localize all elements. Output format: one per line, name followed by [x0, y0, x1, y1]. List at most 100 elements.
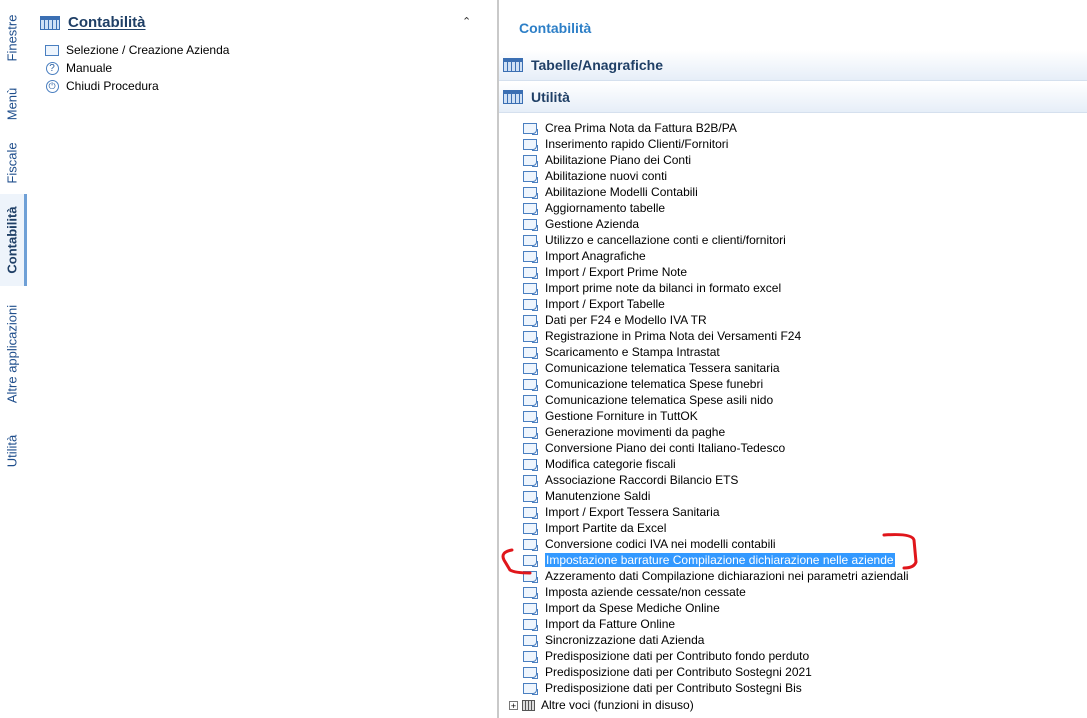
- doc-icon: [523, 410, 538, 423]
- doc-icon: [523, 650, 538, 663]
- menu-item[interactable]: Comunicazione telematica Tessera sanitar…: [523, 360, 780, 376]
- table-icon: [503, 90, 523, 104]
- menu-item-label: Comunicazione telematica Tessera sanitar…: [545, 361, 780, 375]
- doc-icon: [523, 122, 538, 135]
- menu-item[interactable]: Aggiornamento tabelle: [523, 200, 665, 216]
- tab-finestre[interactable]: Finestre: [0, 0, 24, 76]
- menu-item[interactable]: Associazione Raccordi Bilancio ETS: [523, 472, 738, 488]
- doc-icon: [523, 282, 538, 295]
- section-utilita[interactable]: Utilità: [499, 82, 1087, 113]
- menu-item[interactable]: Crea Prima Nota da Fattura B2B/PA: [523, 120, 737, 136]
- menu-item[interactable]: Import / Export Tessera Sanitaria: [523, 504, 720, 520]
- doc-icon: [523, 234, 538, 247]
- menu-item-label: Import / Export Tessera Sanitaria: [545, 505, 720, 519]
- table-icon: [40, 15, 60, 30]
- menu-item[interactable]: Modifica categorie fiscali: [523, 456, 676, 472]
- doc-icon: [523, 186, 538, 199]
- menu-item-label: Gestione Azienda: [545, 217, 640, 231]
- doc-icon: [523, 298, 538, 311]
- left-item-chiudi-procedura[interactable]: ⏻ Chiudi Procedura: [44, 77, 159, 95]
- altre-voci-item[interactable]: + Altre voci (funzioni in disuso): [509, 697, 694, 713]
- menu-item-label: Crea Prima Nota da Fattura B2B/PA: [545, 121, 737, 135]
- menu-item[interactable]: Utilizzo e cancellazione conti e clienti…: [523, 232, 786, 248]
- menu-item[interactable]: Abilitazione nuovi conti: [523, 168, 667, 184]
- menu-item-label: Predisposizione dati per Contributo Sost…: [545, 681, 802, 695]
- doc-icon: [523, 586, 538, 599]
- menu-item[interactable]: Dati per F24 e Modello IVA TR: [523, 312, 707, 328]
- menu-item[interactable]: Impostazione barrature Compilazione dich…: [523, 552, 895, 568]
- menu-item[interactable]: Gestione Azienda: [523, 216, 639, 232]
- left-panel-title: Contabilità: [40, 14, 146, 31]
- menu-item-label: Registrazione in Prima Nota dei Versamen…: [545, 329, 802, 343]
- menu-item-label: Imposta aziende cessate/non cessate: [545, 585, 746, 599]
- menu-item[interactable]: Comunicazione telematica Spese asili nid…: [523, 392, 773, 408]
- doc-icon: [523, 618, 538, 631]
- menu-item-label: Generazione movimenti da paghe: [545, 425, 726, 439]
- menu-item-label: Azzeramento dati Compilazione dichiarazi…: [545, 569, 909, 583]
- doc-icon: [523, 346, 538, 359]
- menu-item-label: Abilitazione Modelli Contabili: [545, 185, 698, 199]
- menu-item-label: Import Partite da Excel: [545, 521, 667, 535]
- tab-contabilita[interactable]: Contabilità: [0, 194, 27, 286]
- doc-icon: [523, 154, 538, 167]
- menu-item-label: Gestione Forniture in TuttOK: [545, 409, 698, 423]
- menu-item[interactable]: Import da Spese Mediche Online: [523, 600, 720, 616]
- menu-item[interactable]: Import Anagrafiche: [523, 248, 646, 264]
- menu-item-label: Predisposizione dati per Contributo fond…: [545, 649, 810, 663]
- doc-icon: [523, 442, 538, 455]
- menu-item[interactable]: Imposta aziende cessate/non cessate: [523, 584, 746, 600]
- doc-icon: [523, 250, 538, 263]
- doc-icon: [523, 570, 538, 583]
- menu-item[interactable]: Import / Export Prime Note: [523, 264, 687, 280]
- collapse-up-icon[interactable]: ⌃: [462, 15, 471, 28]
- menu-item[interactable]: Import da Fatture Online: [523, 616, 675, 632]
- doc-icon: [523, 426, 538, 439]
- left-item-manuale[interactable]: ? Manuale: [44, 59, 112, 77]
- tab-fiscale[interactable]: Fiscale: [0, 132, 24, 194]
- left-item-selezione-azienda[interactable]: Selezione / Creazione Azienda: [44, 41, 229, 59]
- menu-item[interactable]: Azzeramento dati Compilazione dichiarazi…: [523, 568, 909, 584]
- menu-item[interactable]: Scaricamento e Stampa Intrastat: [523, 344, 720, 360]
- menu-item[interactable]: Sincronizzazione dati Azienda: [523, 632, 704, 648]
- menu-item-label: Scaricamento e Stampa Intrastat: [545, 345, 720, 359]
- doc-icon: [523, 602, 538, 615]
- left-panel: Contabilità ⌃ Selezione / Creazione Azie…: [24, 0, 497, 718]
- menu-item[interactable]: Predisposizione dati per Contributo fond…: [523, 648, 809, 664]
- menu-item-label: Aggiornamento tabelle: [545, 201, 666, 215]
- menu-item-label: Comunicazione telematica Spese funebri: [545, 377, 764, 391]
- tab-altre-applicazioni[interactable]: Altre applicazioni: [0, 290, 24, 418]
- menu-item[interactable]: Comunicazione telematica Spese funebri: [523, 376, 763, 392]
- tab-utilita[interactable]: Utilità: [0, 420, 24, 482]
- help-icon: ?: [44, 61, 60, 75]
- tab-menu[interactable]: Menù: [0, 76, 24, 132]
- menu-item[interactable]: Import prime note da bilanci in formato …: [523, 280, 781, 296]
- menu-item[interactable]: Import Partite da Excel: [523, 520, 666, 536]
- menu-item[interactable]: Generazione movimenti da paghe: [523, 424, 725, 440]
- expand-plus-icon[interactable]: +: [509, 700, 518, 710]
- menu-item-label: Import da Fatture Online: [545, 617, 676, 631]
- doc-icon: [523, 330, 538, 343]
- doc-icon: [523, 666, 538, 679]
- doc-icon: [523, 218, 538, 231]
- menu-item[interactable]: Conversione codici IVA nei modelli conta…: [523, 536, 776, 552]
- vertical-tab-strip: Finestre Menù Fiscale Contabilità Altre …: [0, 0, 27, 718]
- section-tabelle-anagrafiche[interactable]: Tabelle/Anagrafiche: [499, 50, 1087, 81]
- menu-item-label: Predisposizione dati per Contributo Sost…: [545, 665, 812, 679]
- menu-item[interactable]: Registrazione in Prima Nota dei Versamen…: [523, 328, 801, 344]
- menu-item[interactable]: Abilitazione Modelli Contabili: [523, 184, 698, 200]
- doc-icon: [523, 474, 538, 487]
- menu-item[interactable]: Gestione Forniture in TuttOK: [523, 408, 698, 424]
- menu-item[interactable]: Abilitazione Piano dei Conti: [523, 152, 691, 168]
- menu-item[interactable]: Inserimento rapido Clienti/Fornitori: [523, 136, 728, 152]
- menu-item[interactable]: Import / Export Tabelle: [523, 296, 665, 312]
- menu-item[interactable]: Conversione Piano dei conti Italiano-Ted…: [523, 440, 785, 456]
- menu-item[interactable]: Manutenzione Saldi: [523, 488, 650, 504]
- doc-icon: [523, 490, 538, 503]
- menu-item-label: Import / Export Prime Note: [545, 265, 688, 279]
- menu-item-label: Associazione Raccordi Bilancio ETS: [545, 473, 739, 487]
- menu-item[interactable]: Predisposizione dati per Contributo Sost…: [523, 664, 812, 680]
- menu-item-label: Conversione codici IVA nei modelli conta…: [545, 537, 776, 551]
- menu-item[interactable]: Predisposizione dati per Contributo Sost…: [523, 680, 802, 696]
- menu-item-label: Abilitazione Piano dei Conti: [545, 153, 692, 167]
- menu-item-label: Comunicazione telematica Spese asili nid…: [545, 393, 774, 407]
